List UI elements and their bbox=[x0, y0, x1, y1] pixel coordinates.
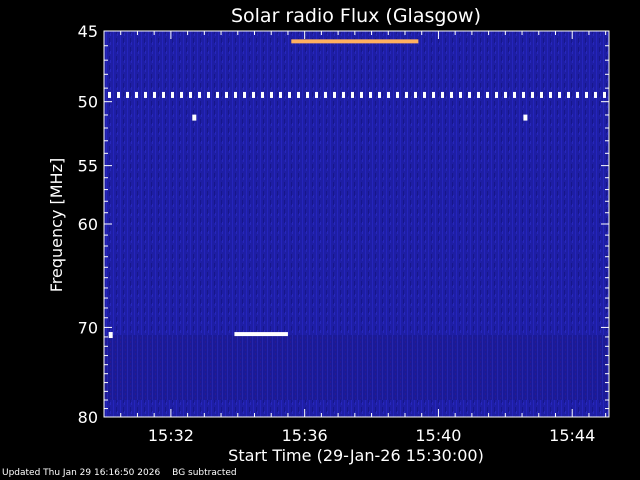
chart-title: Solar radio Flux (Glasgow) bbox=[231, 5, 481, 27]
interference-dot bbox=[468, 91, 471, 98]
interference-dot bbox=[153, 91, 156, 98]
spectrogram-chart: Solar radio Flux (Glasgow) 455055607080 … bbox=[47, 5, 610, 465]
interference-dot bbox=[162, 91, 165, 98]
interference-dot bbox=[432, 91, 435, 98]
interference-dot bbox=[486, 91, 489, 98]
footer-status: Updated Thu Jan 29 16:16:50 2026 BG subtr… bbox=[2, 468, 249, 478]
emission-band bbox=[291, 39, 419, 44]
interference-dot bbox=[423, 91, 426, 98]
emission-dot bbox=[523, 114, 528, 121]
interference-dot bbox=[234, 91, 237, 98]
interference-dot bbox=[378, 91, 381, 98]
interference-dot bbox=[342, 91, 345, 98]
interference-dot bbox=[270, 91, 273, 98]
interference-dot bbox=[216, 91, 219, 98]
interference-dot bbox=[198, 91, 201, 98]
interference-dot bbox=[585, 91, 588, 98]
interference-dot bbox=[135, 91, 138, 98]
interference-dot bbox=[513, 91, 516, 98]
interference-dot bbox=[594, 91, 597, 98]
interference-dot bbox=[522, 91, 525, 98]
y-tick-label: 50 bbox=[78, 93, 98, 112]
interference-dot bbox=[333, 91, 336, 98]
x-tick-label: 15:44 bbox=[549, 426, 595, 445]
interference-dot bbox=[387, 91, 390, 98]
interference-dot bbox=[603, 91, 606, 98]
interference-dot bbox=[315, 91, 318, 98]
interference-dot bbox=[549, 91, 552, 98]
interference-dot bbox=[450, 91, 453, 98]
y-tick-label: 80 bbox=[78, 408, 98, 427]
interference-dot bbox=[279, 91, 282, 98]
footer-bg-note: BG subtracted bbox=[172, 468, 237, 478]
interference-dot bbox=[306, 91, 309, 98]
interference-dot bbox=[459, 91, 462, 98]
y-tick-label: 70 bbox=[78, 318, 98, 337]
interference-dot bbox=[288, 91, 291, 98]
y-tick-label: 55 bbox=[78, 157, 98, 176]
interference-dot bbox=[360, 91, 363, 98]
interference-dot bbox=[567, 91, 570, 98]
interference-dot bbox=[396, 91, 399, 98]
x-axis-label: Start Time (29-Jan-26 15:30:00) bbox=[228, 446, 484, 465]
interference-dot bbox=[261, 91, 264, 98]
interference-dot bbox=[108, 91, 111, 98]
interference-dot bbox=[144, 91, 147, 98]
interference-dot bbox=[324, 91, 327, 98]
footer-updated-text: Updated Thu Jan 29 16:16:50 2026 bbox=[2, 468, 161, 478]
low-frequency-noise-band bbox=[104, 335, 609, 400]
interference-dot bbox=[540, 91, 543, 98]
interference-dot bbox=[243, 91, 246, 98]
emission-band bbox=[234, 332, 288, 337]
emission-dot bbox=[108, 332, 113, 339]
interference-dot bbox=[171, 91, 174, 98]
x-tick-label: 15:36 bbox=[282, 426, 328, 445]
emission-dot bbox=[192, 114, 197, 121]
y-tick-label: 60 bbox=[78, 215, 98, 234]
interference-dot bbox=[207, 91, 210, 98]
interference-dot bbox=[297, 91, 300, 98]
interference-dot bbox=[126, 91, 129, 98]
interference-dot bbox=[252, 91, 255, 98]
interference-dot bbox=[405, 91, 408, 98]
interference-dot bbox=[531, 91, 534, 98]
interference-dot bbox=[189, 91, 192, 98]
interference-dot bbox=[180, 91, 183, 98]
plot-area bbox=[103, 30, 610, 418]
y-axis-label: Frequency [MHz] bbox=[47, 158, 66, 292]
interference-dot bbox=[558, 91, 561, 98]
interference-dot bbox=[441, 91, 444, 98]
interference-dot bbox=[117, 91, 120, 98]
interference-dot bbox=[351, 91, 354, 98]
interference-dot bbox=[576, 91, 579, 98]
x-tick-label: 15:32 bbox=[148, 426, 194, 445]
x-tick-label: 15:40 bbox=[415, 426, 461, 445]
interference-dot bbox=[225, 91, 228, 98]
interference-dot bbox=[495, 91, 498, 98]
interference-dot bbox=[369, 91, 372, 98]
y-tick-label: 45 bbox=[78, 22, 98, 41]
interference-dot bbox=[414, 91, 417, 98]
interference-dot bbox=[477, 91, 480, 98]
interference-dot bbox=[504, 91, 507, 98]
